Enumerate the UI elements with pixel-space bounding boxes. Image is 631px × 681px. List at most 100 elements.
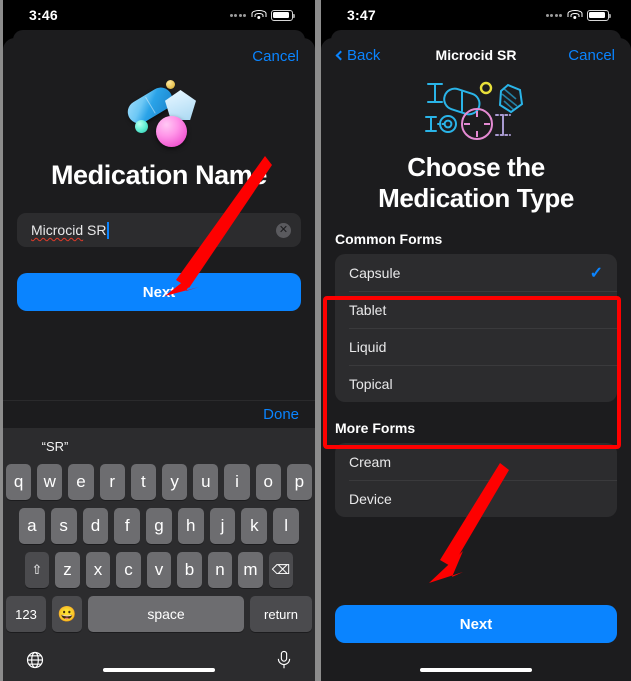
medication-pills-3d-icon: [3, 76, 315, 148]
cellular-dots-icon: [229, 13, 246, 17]
more-forms-list: Cream Device: [335, 443, 617, 518]
checkmark-icon: ✓: [589, 264, 603, 282]
medication-forms-outline-icon: [321, 76, 631, 144]
predictive-text-bar: “SR”: [3, 428, 315, 464]
space-key[interactable]: space: [88, 596, 244, 632]
key-f[interactable]: f: [114, 508, 141, 544]
key-g[interactable]: g: [146, 508, 172, 544]
key-r[interactable]: r: [99, 464, 125, 500]
status-indicators: [229, 9, 295, 21]
next-button[interactable]: Next: [17, 273, 301, 311]
key-u[interactable]: u: [193, 464, 219, 500]
list-item-topical[interactable]: Topical: [335, 365, 617, 402]
keyboard-row-3: ⇧ z x c v b n m ⌫: [3, 552, 315, 588]
return-key[interactable]: return: [250, 596, 312, 632]
home-indicator: [420, 668, 532, 672]
status-time: 3:47: [347, 7, 376, 23]
key-y[interactable]: y: [162, 464, 188, 500]
keyboard-row-4: 123 😀 space return: [3, 596, 315, 632]
key-j[interactable]: j: [209, 508, 236, 544]
keyboard-bottom-bar: [3, 640, 315, 681]
list-item-label: Liquid: [349, 338, 387, 355]
page-title: Choose the Medication Type: [321, 152, 631, 213]
left-phone-screen: 3:46 Cancel Medication Name Microcid SR …: [3, 0, 315, 681]
globe-language-icon[interactable]: [25, 650, 45, 675]
two-phone-comparison: 3:46 Cancel Medication Name Microcid SR …: [0, 0, 631, 681]
battery-icon: [587, 9, 611, 21]
section-header-common-forms: Common Forms: [335, 231, 443, 248]
list-item-label: Device: [349, 490, 392, 507]
key-e[interactable]: e: [68, 464, 94, 500]
next-button[interactable]: Next: [335, 605, 617, 643]
sheet-footer: Next: [321, 593, 631, 681]
sheet-top-bar: Cancel: [3, 38, 315, 74]
key-d[interactable]: d: [82, 508, 109, 544]
text-caret: [107, 221, 110, 239]
backspace-icon[interactable]: ⌫: [268, 552, 294, 588]
on-screen-keyboard[interactable]: “SR” q w e r t y u i o p a s d f g h j k…: [3, 428, 315, 681]
teal-sphere-shape: [135, 120, 148, 133]
key-w[interactable]: w: [37, 464, 63, 500]
key-o[interactable]: o: [255, 464, 281, 500]
list-item-capsule[interactable]: Capsule ✓: [335, 254, 617, 291]
yellow-dot-shape: [166, 80, 175, 89]
home-indicator: [103, 668, 215, 672]
misspelled-word: Microcid: [31, 222, 84, 238]
done-button[interactable]: Done: [263, 406, 299, 423]
key-s[interactable]: s: [50, 508, 77, 544]
microphone-icon[interactable]: [275, 649, 293, 676]
title-line-2: Medication Type: [378, 182, 574, 213]
right-status-bar: 3:47: [321, 0, 631, 30]
cancel-button[interactable]: Cancel: [568, 47, 615, 64]
clear-text-icon[interactable]: ✕: [276, 222, 291, 238]
key-v[interactable]: v: [146, 552, 172, 588]
key-i[interactable]: i: [224, 464, 250, 500]
key-q[interactable]: q: [5, 464, 32, 500]
prediction-0[interactable]: “SR”: [3, 439, 107, 454]
key-b[interactable]: b: [177, 552, 202, 588]
key-x[interactable]: x: [85, 552, 111, 588]
list-item-tablet[interactable]: Tablet: [335, 291, 617, 328]
list-item-device[interactable]: Device: [335, 480, 617, 517]
page-title: Medication Name: [50, 160, 268, 190]
list-item-cream[interactable]: Cream: [335, 443, 617, 480]
left-status-bar: 3:46: [3, 0, 315, 30]
key-t[interactable]: t: [130, 464, 156, 500]
cancel-button[interactable]: Cancel: [252, 48, 299, 65]
key-a[interactable]: a: [18, 508, 45, 544]
battery-icon: [271, 9, 295, 21]
status-time: 3:46: [29, 7, 58, 23]
key-c[interactable]: c: [116, 552, 141, 588]
status-indicators: [545, 9, 611, 21]
key-p[interactable]: p: [286, 464, 313, 500]
pink-sphere-shape: [156, 116, 187, 147]
list-item-label: Topical: [349, 375, 393, 392]
list-item-liquid[interactable]: Liquid: [335, 328, 617, 365]
key-h[interactable]: h: [177, 508, 204, 544]
section-header-more-forms: More Forms: [335, 420, 416, 437]
list-item-label: Tablet: [349, 301, 387, 318]
key-n[interactable]: n: [207, 552, 233, 588]
shift-arrow-icon[interactable]: ⇧: [24, 552, 50, 588]
keyboard-row-2: a s d f g h j k l: [3, 508, 315, 544]
navigation-bar: Back Microcid SR Cancel: [321, 38, 631, 72]
emoji-smiley-icon[interactable]: 😀: [52, 596, 82, 632]
key-l[interactable]: l: [273, 508, 300, 544]
keyboard-toolbar: Done: [3, 400, 315, 428]
list-item-label: Cream: [349, 453, 392, 470]
right-phone-screen: 3:47 Back Microcid SR Cancel Choose the …: [321, 0, 631, 681]
key-k[interactable]: k: [241, 508, 268, 544]
common-forms-list: Capsule ✓ Tablet Liquid Topical: [335, 254, 617, 403]
medication-name-input[interactable]: Microcid SR ✕: [17, 213, 301, 247]
back-button[interactable]: Back: [335, 46, 381, 64]
medication-type-sheet: Back Microcid SR Cancel Choose the Medic…: [321, 38, 631, 681]
wifi-icon: [567, 9, 582, 21]
title-line-1: Choose the: [407, 152, 545, 182]
key-z[interactable]: z: [55, 552, 80, 588]
keyboard-row-1: q w e r t y u i o p: [3, 464, 315, 500]
chevron-left-icon: [335, 50, 346, 60]
back-label: Back: [347, 46, 381, 64]
cellular-dots-icon: [545, 13, 562, 17]
numbers-key[interactable]: 123: [6, 596, 46, 632]
key-m[interactable]: m: [238, 552, 263, 588]
